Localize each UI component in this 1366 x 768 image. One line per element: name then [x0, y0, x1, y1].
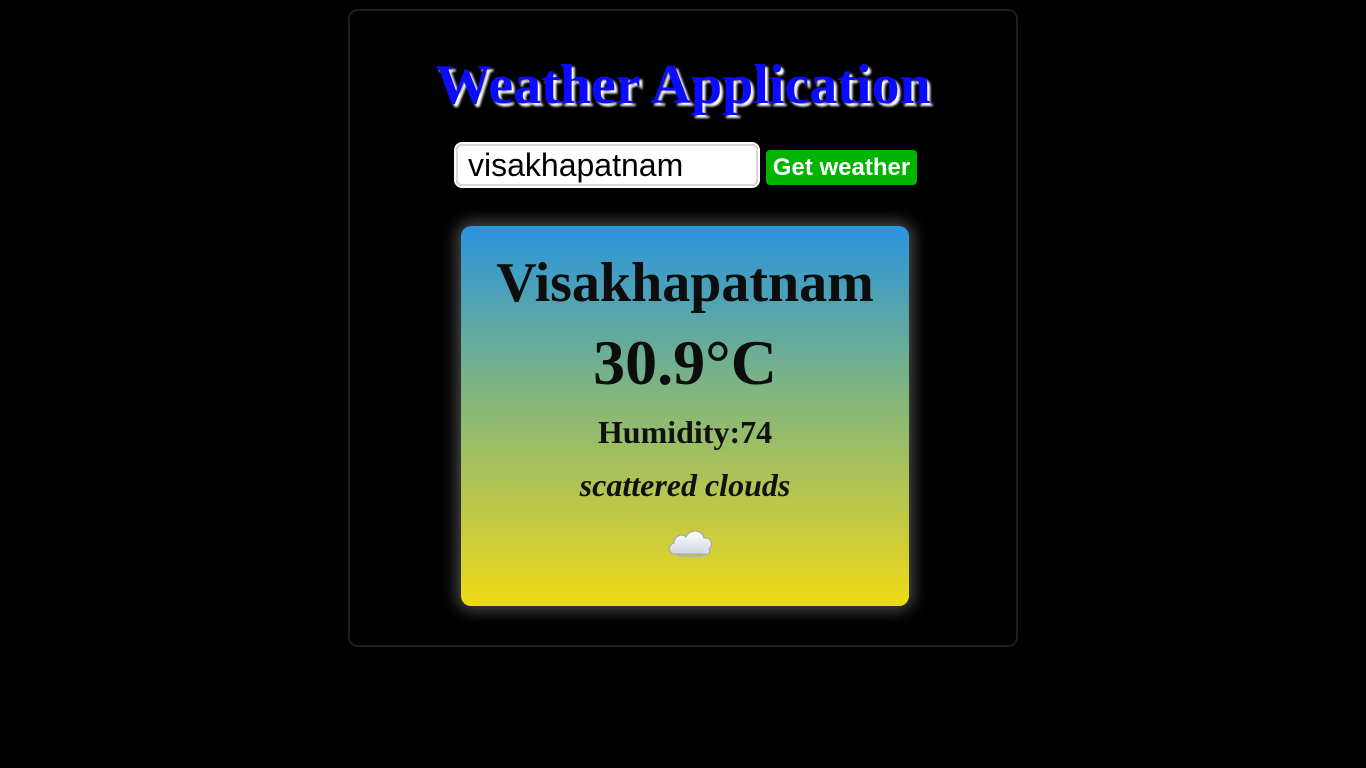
cloud-icon	[668, 530, 712, 557]
weather-description: scattered clouds	[579, 467, 791, 503]
get-weather-button[interactable]: Get weather	[766, 150, 917, 185]
app-title: Weather Application	[435, 54, 931, 116]
humidity: Humidity:74	[597, 414, 773, 450]
weather-card: Visakhapatnam 30.9°C Humidity:74 scatter…	[461, 226, 909, 606]
weather-app-container: Weather Application Get weather Visakhap…	[348, 9, 1018, 647]
city-search-input[interactable]	[454, 142, 760, 188]
city-name: Visakhapatnam	[496, 252, 874, 314]
temperature: 30.9°C	[593, 327, 777, 398]
